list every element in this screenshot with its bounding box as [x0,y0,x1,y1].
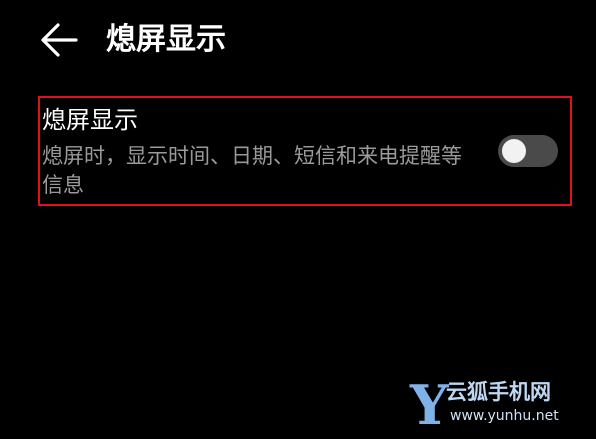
setting-title: 熄屏显示 [42,106,138,134]
arrow-left-icon [41,23,78,57]
watermark-logo-letter: Y [410,373,449,437]
header: 熄屏显示 [0,0,596,84]
back-button[interactable] [38,22,80,58]
toggle-knob [502,139,526,163]
watermark-site-name: 云狐手机网 [446,380,551,404]
page-title: 熄屏显示 [106,22,226,57]
screen: 熄屏显示 熄屏显示 熄屏时，显示时间、日期、短信和来电提醒等信息 Y 云狐手机网… [0,0,596,439]
site-watermark: Y 云狐手机网 www.yunhu.net [410,375,590,435]
watermark-site-url: www.yunhu.net [450,408,559,424]
always-on-display-setting-row[interactable]: 熄屏显示 熄屏时，显示时间、日期、短信和来电提醒等信息 [38,96,572,206]
always-on-display-toggle[interactable] [498,135,558,167]
setting-description: 熄屏时，显示时间、日期、短信和来电提醒等信息 [42,144,462,197]
